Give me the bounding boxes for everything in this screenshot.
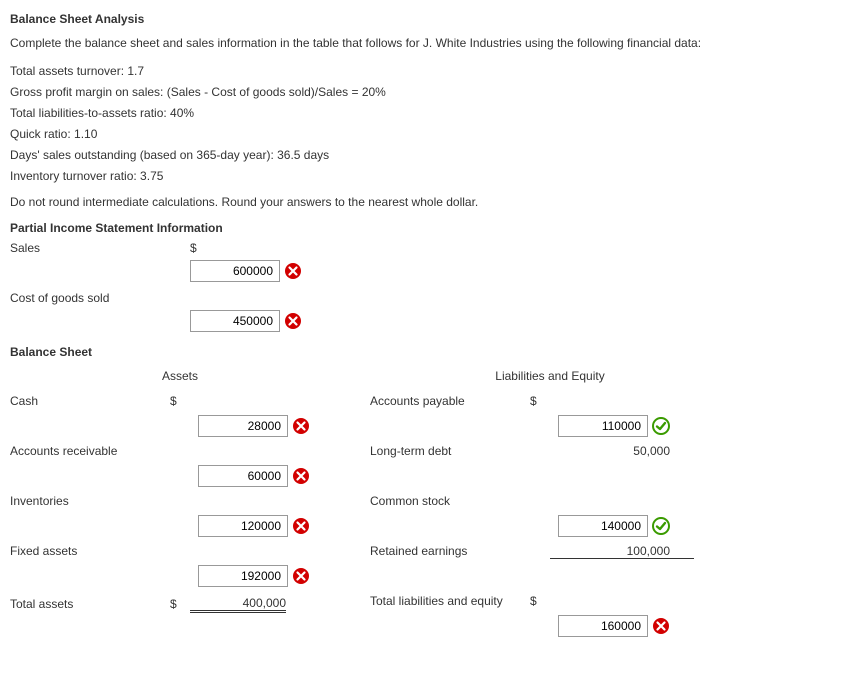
ltd-value: 50,000 <box>550 444 694 458</box>
correct-icon <box>652 417 670 435</box>
data-line: Inventory turnover ratio: 3.75 <box>10 167 849 185</box>
fixed-assets-input[interactable] <box>198 565 288 587</box>
dollar-sign: $ <box>530 394 550 408</box>
ap-input[interactable] <box>558 415 648 437</box>
inventories-label: Inventories <box>10 494 170 508</box>
re-label: Retained earnings <box>370 544 530 558</box>
inventories-input[interactable] <box>198 515 288 537</box>
ap-label: Accounts payable <box>370 394 530 408</box>
intro-text: Complete the balance sheet and sales inf… <box>10 34 849 52</box>
cogs-input[interactable] <box>190 310 280 332</box>
financial-data-list: Total assets turnover: 1.7 Gross profit … <box>10 62 849 185</box>
dollar-sign: $ <box>170 394 190 408</box>
incorrect-icon <box>292 467 310 485</box>
page-title: Balance Sheet Analysis <box>10 12 849 26</box>
total-assets-value: 400,000 <box>190 596 286 613</box>
ltd-label: Long-term debt <box>370 444 530 458</box>
re-value: 100,000 <box>550 544 694 559</box>
dollar-sign: $ <box>190 241 210 255</box>
cash-input[interactable] <box>198 415 288 437</box>
dollar-sign: $ <box>530 594 550 608</box>
assets-header: Assets <box>10 369 350 383</box>
data-line: Total liabilities-to-assets ratio: 40% <box>10 104 849 122</box>
correct-icon <box>652 517 670 535</box>
incorrect-icon <box>292 567 310 585</box>
incorrect-icon <box>292 417 310 435</box>
data-line: Days' sales outstanding (based on 365-da… <box>10 146 849 164</box>
cs-label: Common stock <box>370 494 530 508</box>
total-assets-label: Total assets <box>10 597 170 611</box>
dollar-sign: $ <box>170 597 190 611</box>
ar-input[interactable] <box>198 465 288 487</box>
incorrect-icon <box>652 617 670 635</box>
total-liab-label: Total liabilities and equity <box>370 594 530 608</box>
sales-label: Sales <box>10 241 190 255</box>
cash-label: Cash <box>10 394 170 408</box>
cogs-label: Cost of goods sold <box>10 291 190 305</box>
cs-input[interactable] <box>558 515 648 537</box>
incorrect-icon <box>292 517 310 535</box>
income-section-title: Partial Income Statement Information <box>10 221 849 235</box>
total-liab-input[interactable] <box>558 615 648 637</box>
sales-input[interactable] <box>190 260 280 282</box>
data-line: Gross profit margin on sales: (Sales - C… <box>10 83 849 101</box>
fixed-assets-label: Fixed assets <box>10 544 170 558</box>
balance-sheet-title: Balance Sheet <box>10 345 849 359</box>
rounding-note: Do not round intermediate calculations. … <box>10 193 849 211</box>
data-line: Quick ratio: 1.10 <box>10 125 849 143</box>
ar-label: Accounts receivable <box>10 444 170 458</box>
incorrect-icon <box>284 262 302 280</box>
data-line: Total assets turnover: 1.7 <box>10 62 849 80</box>
liabilities-header: Liabilities and Equity <box>370 369 730 383</box>
incorrect-icon <box>284 312 302 330</box>
